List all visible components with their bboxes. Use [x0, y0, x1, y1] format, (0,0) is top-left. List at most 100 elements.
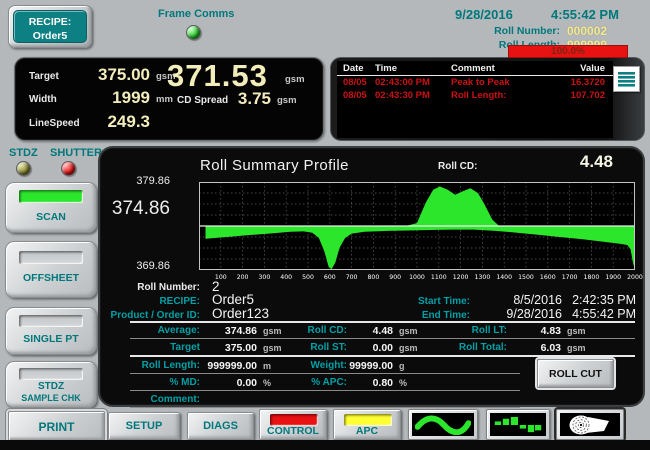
event-log-row: 08/05 02:43:00 PM Peak to Peak 16.3720 [337, 76, 613, 89]
deviation-bars-icon [493, 415, 543, 435]
start-time-value: 2:42:35 PM [568, 293, 636, 307]
divider [130, 355, 635, 357]
roll-report-button[interactable] [556, 409, 624, 440]
roll-length-row-label: Roll Length: [108, 360, 200, 371]
bottom-bezel [0, 440, 650, 450]
start-date-value: 8/5/2016 [478, 293, 562, 307]
event-log-panel: Date Time Comment Value 08/05 02:43:00 P… [330, 57, 645, 141]
profile-chart-svg: 1002003004005006007008009001000110012001… [199, 182, 635, 282]
divider [130, 390, 520, 391]
recipe-button-face: RECIPE: Order5 [13, 10, 87, 43]
wave-icon [415, 415, 471, 435]
roll-total-unit: gsm [567, 343, 586, 353]
divider [130, 321, 635, 323]
stdz-sample-chk-button[interactable]: STDZ SAMPLE CHK [5, 361, 97, 408]
diags-button[interactable]: DIAGS [187, 412, 254, 440]
setup-button[interactable]: SETUP [108, 412, 180, 440]
pct-apc-value: 0.80 [345, 377, 393, 389]
roll-total-value: 6.03 [511, 342, 561, 354]
shutter-label: SHUTTER [50, 147, 102, 159]
apc-button-label: APC [334, 425, 400, 437]
offsheet-button[interactable]: OFFSHEET [5, 241, 97, 298]
width-label: Width [29, 94, 57, 105]
roll-cd-label: Roll CD: [255, 325, 347, 336]
svg-text:700: 700 [346, 274, 358, 281]
scan-button[interactable]: SCAN [5, 182, 97, 233]
svg-text:1700: 1700 [562, 274, 578, 281]
control-button[interactable]: CONTROL [259, 409, 327, 440]
header-date: 9/28/2016 [455, 7, 513, 22]
frame-comms-label: Frame Comms [158, 8, 234, 20]
single-pt-button[interactable]: SINGLE PT [5, 307, 97, 355]
y-axis-label-max: 379.86 [100, 175, 170, 187]
info-recipe-label: RECIPE: [100, 296, 200, 307]
event-log-menu-button[interactable] [613, 66, 640, 92]
roll-lt-unit: gsm [567, 326, 586, 336]
recipe-button-value: Order5 [14, 29, 86, 43]
roll-st-label: Roll ST: [255, 342, 347, 353]
svg-text:1800: 1800 [584, 274, 600, 281]
svg-text:2000: 2000 [627, 274, 643, 281]
profile-chart: 1002003004005006007008009001000110012001… [199, 182, 635, 280]
svg-text:800: 800 [367, 274, 379, 281]
measurement-readout-panel: Target 375.00 gsm 371.53 gsm Width 1999 … [14, 57, 324, 141]
svg-text:300: 300 [258, 274, 270, 281]
roll-number-value: 000002 [567, 24, 607, 38]
roll-cd-value: 4.48 [345, 325, 393, 337]
hmi-screen: RECIPE: Order5 Frame Comms 9/28/2016 4:5… [0, 0, 650, 450]
single-pt-indicator [19, 315, 83, 327]
offsheet-indicator [19, 251, 83, 264]
svg-text:1600: 1600 [540, 274, 556, 281]
event-col-value: Value [555, 63, 613, 74]
roll-cd-header-value: 4.48 [508, 152, 613, 172]
pct-apc-label: % APC: [255, 377, 347, 388]
product-order-id-label: Product / Order ID: [100, 310, 200, 321]
weight-unit: g [399, 361, 405, 371]
event-col-comment: Comment [451, 63, 555, 74]
cd-spread-unit: gsm [277, 95, 297, 106]
stdz-sample-label-2: SAMPLE CHK [6, 393, 96, 403]
event-log-table: Date Time Comment Value 08/05 02:43:00 P… [337, 61, 613, 138]
roll-cut-button[interactable]: ROLL CUT [537, 359, 614, 388]
actual-gsm-unit: gsm [285, 74, 305, 85]
apc-button[interactable]: APC [333, 409, 401, 440]
stdz-sample-indicator [19, 368, 83, 380]
stdz-label: STDZ [9, 147, 38, 159]
linespeed-value: 249.3 [65, 112, 150, 132]
stdz-led-icon [16, 161, 31, 176]
roll-progress-bar: 100.0% [508, 45, 628, 58]
svg-text:1500: 1500 [518, 274, 534, 281]
product-order-id-value: Order123 [212, 306, 269, 321]
width-value: 1999 [65, 88, 150, 108]
svg-text:1200: 1200 [453, 274, 469, 281]
print-button[interactable]: PRINT [8, 411, 105, 441]
y-axis-label-mid: 374.86 [100, 198, 170, 220]
y-axis-label-min: 369.86 [100, 260, 170, 272]
roll-lt-label: Roll LT: [415, 325, 507, 336]
single-pt-button-label: SINGLE PT [6, 333, 96, 345]
svg-text:500: 500 [302, 274, 314, 281]
deviation-bars-button[interactable] [486, 409, 550, 440]
diags-button-label: DIAGS [188, 420, 253, 432]
roll-cut-button-label: ROLL CUT [538, 368, 613, 380]
frame-comms-led-icon [186, 25, 201, 40]
comment-label: Comment: [108, 394, 200, 405]
setup-button-label: SETUP [109, 420, 179, 432]
recipe-button-label: RECIPE: [14, 15, 86, 29]
pct-md-value: 0.00 [204, 377, 257, 389]
svg-text:200: 200 [237, 274, 249, 281]
offsheet-button-label: OFFSHEET [6, 272, 96, 284]
control-button-label: CONTROL [260, 425, 326, 437]
print-button-label: PRINT [9, 420, 104, 434]
svg-text:400: 400 [280, 274, 292, 281]
info-recipe-value: Order5 [212, 292, 254, 307]
recipe-button[interactable]: RECIPE: Order5 [8, 5, 92, 48]
average-label: Average: [108, 325, 200, 336]
svg-text:600: 600 [324, 274, 336, 281]
roll-lt-value: 4.83 [511, 325, 561, 337]
start-time-label: Start Time: [362, 296, 470, 307]
end-time-value: 4:55:42 PM [568, 307, 636, 321]
scan-indicator [19, 190, 83, 203]
paper-roll-icon [568, 414, 612, 436]
profile-view-button[interactable] [408, 409, 478, 440]
